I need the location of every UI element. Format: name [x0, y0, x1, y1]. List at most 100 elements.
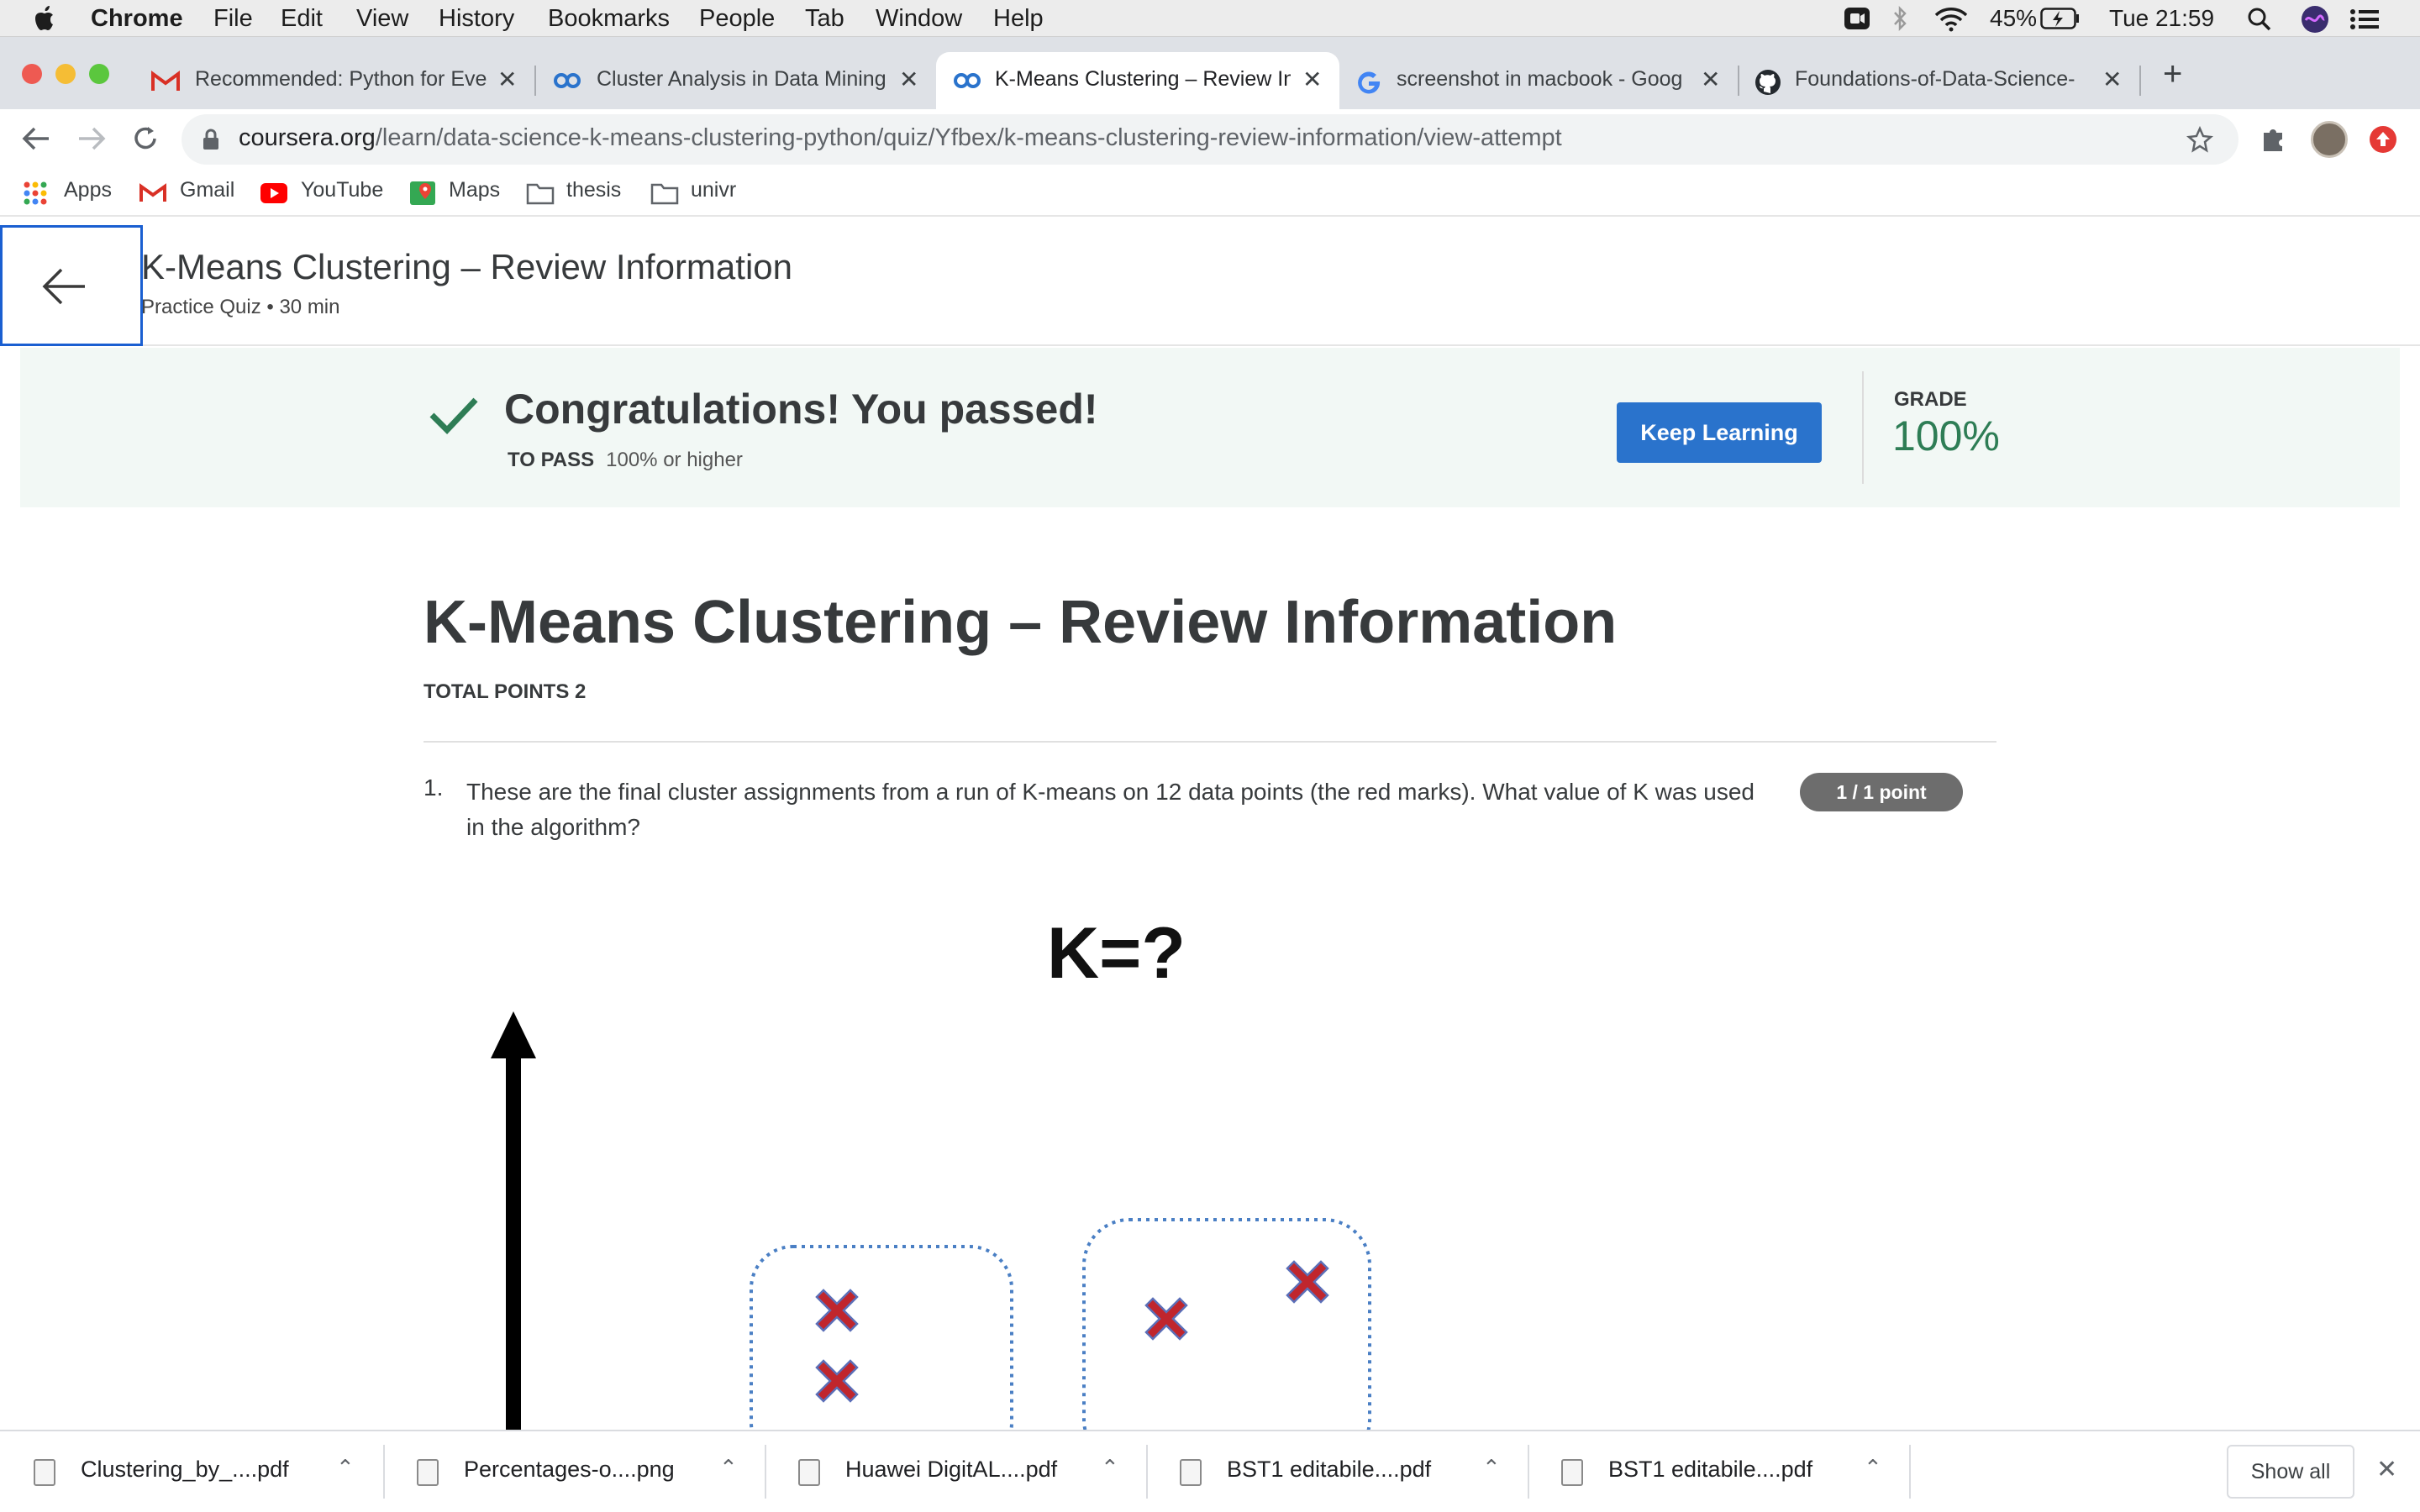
bookmarks-bar: Apps Gmail YouTube Maps thesis univr — [0, 168, 2420, 217]
menu-tab[interactable]: Tab — [805, 5, 844, 33]
download-item[interactable]: BST1 editabile....pdf ⌃ — [1528, 1431, 1909, 1512]
google-icon — [1358, 71, 1381, 94]
macos-menu-bar: Chrome File Edit View History Bookmarks … — [0, 0, 2420, 37]
data-point-marker — [1286, 1260, 1329, 1304]
close-icon[interactable]: ✕ — [1302, 66, 1322, 93]
close-icon[interactable]: ✕ — [2102, 66, 2122, 93]
menu-people[interactable]: People — [699, 5, 775, 33]
tab-github[interactable]: Foundations-of-Data-Science- ✕ — [1741, 52, 2139, 109]
tab-gmail[interactable]: Recommended: Python for Eve ✕ — [136, 52, 536, 109]
question-number: 1. — [424, 774, 444, 801]
bluetooth-icon[interactable] — [1892, 5, 1907, 32]
bookmark-univr[interactable]: univr — [691, 178, 736, 202]
url-host: coursera.org — [239, 124, 376, 151]
close-icon[interactable]: ✕ — [899, 66, 918, 93]
wifi-icon[interactable] — [1934, 7, 1968, 32]
grade-label: GRADE — [1894, 388, 1967, 411]
extensions-puzzle-icon[interactable] — [2259, 124, 2287, 153]
show-all-downloads-button[interactable]: Show all — [2227, 1445, 2354, 1499]
tab-kmeans-review-active[interactable]: K-Means Clustering – Review In ✕ — [936, 52, 1339, 109]
menu-file[interactable]: File — [213, 5, 253, 33]
bookmark-gmail[interactable]: Gmail — [180, 178, 234, 202]
url-path: /learn/data-science-k-means-clustering-p… — [375, 124, 1562, 151]
close-icon[interactable]: ✕ — [2376, 1455, 2397, 1484]
tab-separator — [534, 66, 536, 96]
pass-banner: Congratulations! You passed! TO PASS 100%… — [20, 348, 2400, 507]
gmail-icon — [151, 71, 180, 91]
window-zoom-button[interactable] — [89, 64, 109, 84]
forward-arrow-icon[interactable] — [77, 126, 106, 151]
battery-charging-icon[interactable] — [2040, 8, 2081, 29]
pdf-file-icon — [1180, 1459, 1202, 1486]
chevron-up-icon[interactable]: ⌃ — [336, 1455, 355, 1481]
download-item[interactable]: Clustering_by_....pdf ⌃ — [0, 1431, 383, 1512]
back-arrow-icon — [42, 268, 85, 305]
bookmark-maps[interactable]: Maps — [449, 178, 500, 202]
data-point-marker — [815, 1289, 859, 1332]
update-alert-icon[interactable] — [2370, 126, 2396, 153]
folder-icon — [650, 183, 679, 205]
course-header-subtitle: Practice Quiz • 30 min — [141, 296, 340, 318]
tab-separator — [2139, 66, 2141, 96]
apps-grid-icon — [24, 181, 47, 205]
pdf-file-icon — [798, 1459, 820, 1486]
maps-pin-icon — [410, 181, 435, 205]
grade-value: 100% — [1892, 412, 2000, 459]
bookmark-thesis[interactable]: thesis — [566, 178, 621, 202]
address-bar[interactable]: coursera.org/learn/data-science-k-means-… — [182, 114, 2238, 165]
bookmark-youtube[interactable]: YouTube — [301, 178, 383, 202]
chevron-up-icon[interactable]: ⌃ — [1482, 1455, 1501, 1481]
quiz-title: K-Means Clustering – Review Information — [424, 589, 1618, 656]
content-divider — [424, 741, 1996, 743]
grade-divider — [1862, 371, 1864, 484]
download-item[interactable]: BST1 editabile....pdf ⌃ — [1146, 1431, 1528, 1512]
chevron-up-icon[interactable]: ⌃ — [1101, 1455, 1119, 1481]
download-item[interactable]: Percentages-o....png ⌃ — [383, 1431, 765, 1512]
tab-google-search[interactable]: screenshot in macbook - Goog ✕ — [1341, 52, 1739, 109]
tab-title: Recommended: Python for Eve — [195, 67, 487, 91]
pdf-file-icon — [34, 1459, 55, 1486]
pdf-file-icon — [1561, 1459, 1583, 1486]
spotlight-search-icon[interactable] — [2247, 7, 2272, 32]
back-arrow-icon[interactable] — [22, 126, 50, 151]
bookmark-star-icon[interactable] — [2186, 126, 2213, 153]
tab-cluster-analysis[interactable]: Cluster Analysis in Data Mining ✕ — [538, 52, 934, 109]
screen-recording-icon[interactable] — [1844, 7, 1870, 30]
close-icon[interactable]: ✕ — [497, 66, 517, 93]
data-point-marker — [815, 1359, 859, 1403]
reload-icon[interactable] — [131, 124, 160, 153]
menubar-clock[interactable]: Tue 21:59 — [2109, 5, 2214, 32]
menu-edit[interactable]: Edit — [281, 5, 323, 33]
bookmark-apps[interactable]: Apps — [64, 178, 112, 202]
profile-avatar[interactable] — [2311, 121, 2348, 158]
tab-strip: Recommended: Python for Eve ✕ Cluster An… — [0, 37, 2420, 109]
lock-icon[interactable] — [202, 128, 220, 151]
tab-title: Cluster Analysis in Data Mining — [597, 67, 886, 91]
download-item[interactable]: Huawei DigitAL....pdf ⌃ — [765, 1431, 1146, 1512]
menu-app-name[interactable]: Chrome — [91, 5, 183, 33]
points-badge: 1 / 1 point — [1800, 773, 1963, 811]
siri-icon[interactable] — [2301, 5, 2329, 34]
back-button[interactable] — [0, 225, 143, 346]
window-minimize-button[interactable] — [55, 64, 76, 84]
window-close-button[interactable] — [22, 64, 42, 84]
download-filename: BST1 editabile....pdf — [1227, 1457, 1432, 1482]
close-icon[interactable]: ✕ — [1701, 66, 1720, 93]
to-pass-value: 100% or higher — [606, 449, 743, 471]
coursera-icon — [954, 73, 981, 88]
control-center-list-icon[interactable] — [2349, 8, 2380, 30]
new-tab-plus-icon[interactable]: + — [2163, 57, 2182, 91]
url-text[interactable]: coursera.org/learn/data-science-k-means-… — [239, 124, 1562, 152]
chevron-up-icon[interactable]: ⌃ — [719, 1455, 738, 1481]
menu-history[interactable]: History — [439, 5, 514, 33]
folder-icon — [526, 183, 555, 205]
menu-window[interactable]: Window — [876, 5, 962, 33]
image-file-icon — [417, 1459, 439, 1486]
menu-help[interactable]: Help — [993, 5, 1044, 33]
to-pass-label: TO PASS — [508, 449, 595, 471]
menu-bookmarks[interactable]: Bookmarks — [548, 5, 670, 33]
apple-icon[interactable] — [34, 5, 57, 32]
chevron-up-icon[interactable]: ⌃ — [1864, 1455, 1882, 1481]
menu-view[interactable]: View — [356, 5, 408, 33]
keep-learning-button[interactable]: Keep Learning — [1617, 402, 1822, 463]
